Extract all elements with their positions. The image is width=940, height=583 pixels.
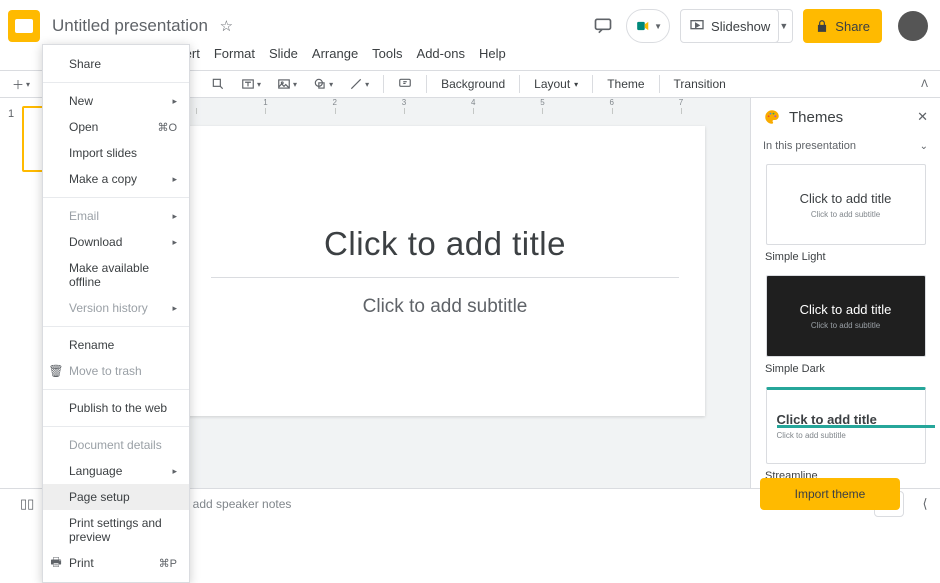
import-theme-button[interactable]: Import theme — [760, 478, 900, 510]
title-area: Untitled presentation ☆ — [48, 16, 233, 36]
avatar[interactable] — [898, 11, 928, 41]
file-menu-new[interactable]: New▸ — [43, 88, 189, 114]
file-menu-rename[interactable]: Rename — [43, 332, 189, 358]
file-menu-available-offline[interactable]: Make available offline — [43, 255, 189, 295]
theme-label: Simple Dark — [765, 363, 930, 375]
file-menu-share[interactable]: Share — [43, 51, 189, 77]
menu-help[interactable]: Help — [473, 44, 512, 64]
slide-subtitle-placeholder[interactable]: Click to add subtitle — [363, 296, 528, 318]
menu-tools[interactable]: Tools — [366, 44, 408, 64]
collapse-toolbar-icon[interactable]: ᐱ — [921, 79, 934, 90]
share-button[interactable]: Share — [803, 9, 882, 43]
trash-icon: 🗑 — [49, 364, 63, 378]
file-menu-email[interactable]: Email▸ — [43, 203, 189, 229]
menu-format[interactable]: Format — [208, 44, 261, 64]
file-menu-print[interactable]: 🖶Print⌘P — [43, 550, 189, 576]
ruler: 1 2 3 4 5 6 7 — [140, 98, 750, 114]
new-slide-button[interactable]: ＋▾ — [6, 74, 36, 95]
chevron-down-icon[interactable]: ⌄ — [920, 141, 928, 152]
theme-label: Simple Light — [765, 251, 930, 263]
background-button[interactable]: Background — [435, 75, 511, 93]
print-icon: 🖶 — [49, 556, 63, 570]
doc-title[interactable]: Untitled presentation — [48, 14, 212, 37]
slideshow-button[interactable]: Slideshow — [680, 9, 779, 43]
themes-title: Themes — [789, 109, 843, 126]
close-icon[interactable]: ✕ — [917, 109, 928, 125]
meet-button[interactable]: ▼ — [626, 9, 670, 43]
file-menu-version-history[interactable]: Version history▸ — [43, 295, 189, 321]
hide-panel-icon[interactable]: ⟨ — [910, 496, 940, 512]
menu-slide[interactable]: Slide — [263, 44, 304, 64]
comments-icon[interactable] — [590, 13, 616, 39]
menu-arrange[interactable]: Arrange — [306, 44, 364, 64]
theme-card-streamline[interactable]: Click to add title Click to add subtitle — [766, 387, 926, 464]
file-menu-import-slides[interactable]: Import slides — [43, 140, 189, 166]
file-menu-move-to-trash[interactable]: 🗑Move to trash — [43, 358, 189, 384]
file-menu-language[interactable]: Language▸ — [43, 458, 189, 484]
theme-card-simple-light[interactable]: Click to add title Click to add subtitle — [766, 164, 926, 245]
file-menu-download[interactable]: Download▸ — [43, 229, 189, 255]
slides-logo[interactable] — [8, 10, 40, 42]
shape-icon[interactable]: ▾ — [307, 75, 339, 93]
menu-addons[interactable]: Add-ons — [411, 44, 471, 64]
file-menu-make-a-copy[interactable]: Make a copy▸ — [43, 166, 189, 192]
header: Untitled presentation ☆ ▼ Slideshow ▼ Sh… — [0, 0, 940, 48]
line-icon[interactable]: ▾ — [343, 75, 375, 93]
theme-button[interactable]: Theme — [601, 75, 650, 93]
speaker-notes[interactable]: Click to add speaker notes — [140, 497, 868, 511]
themes-section-label: In this presentation — [763, 140, 856, 152]
transition-button[interactable]: Transition — [668, 75, 732, 93]
theme-card-simple-dark[interactable]: Click to add title Click to add subtitle — [766, 275, 926, 356]
slide-title-placeholder[interactable]: Click to add title — [324, 225, 566, 263]
slide-area: 1 2 3 4 5 6 7 Click to add title Click t… — [140, 98, 750, 490]
file-menu-document-details[interactable]: Document details — [43, 432, 189, 458]
header-right: ▼ Slideshow ▼ Share — [590, 9, 932, 43]
image-icon[interactable]: ▾ — [271, 75, 303, 93]
zoom-icon[interactable] — [205, 75, 231, 93]
thumb-number: 1 — [8, 106, 18, 172]
slideshow-dropdown[interactable]: ▼ — [775, 9, 793, 43]
comment-icon[interactable] — [392, 75, 418, 93]
share-label: Share — [835, 19, 870, 34]
slide-canvas[interactable]: Click to add title Click to add subtitle — [185, 126, 705, 416]
file-menu-page-setup[interactable]: Page setup — [43, 484, 189, 510]
star-icon[interactable]: ☆ — [220, 18, 233, 35]
file-menu-publish[interactable]: Publish to the web — [43, 395, 189, 421]
file-menu: Share New▸ Open⌘O Import slides Make a c… — [42, 44, 190, 583]
themes-panel: Themes ✕ In this presentation ⌄ Click to… — [750, 98, 940, 490]
themes-icon — [763, 108, 781, 126]
layout-button[interactable]: Layout▾ — [528, 75, 584, 93]
filmstrip-view-icon[interactable]: ▯▯ — [20, 496, 34, 512]
slideshow-label: Slideshow — [711, 19, 770, 34]
textbox-icon[interactable]: ▾ — [235, 75, 267, 93]
file-menu-open[interactable]: Open⌘O — [43, 114, 189, 140]
file-menu-print-settings[interactable]: Print settings and preview — [43, 510, 189, 550]
